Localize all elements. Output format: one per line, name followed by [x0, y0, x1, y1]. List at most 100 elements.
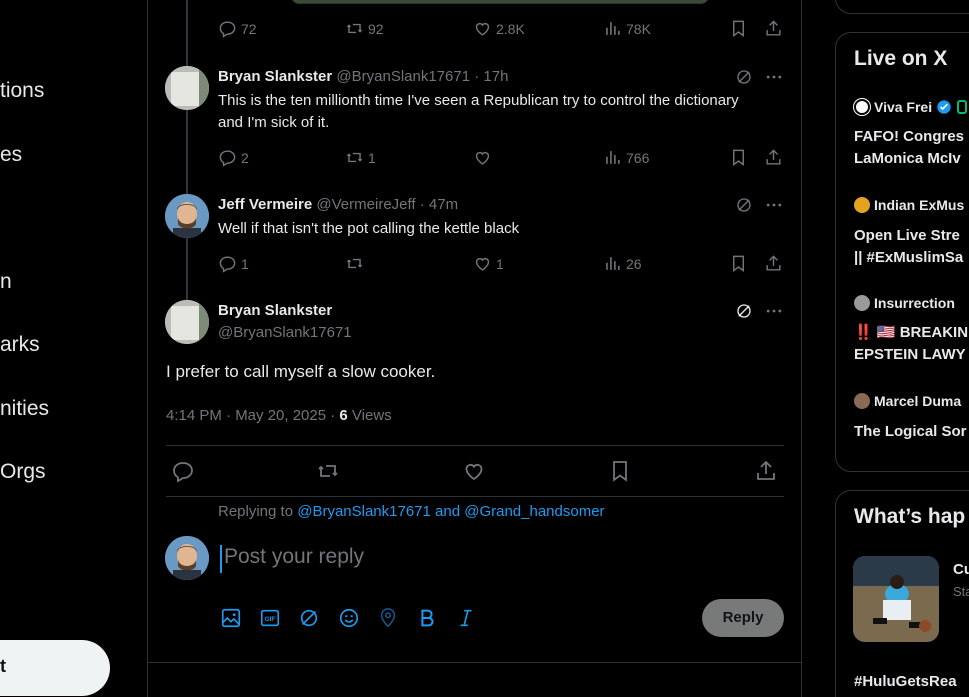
trend-title[interactable]: Cu [953, 561, 969, 578]
share-button[interactable] [764, 254, 787, 273]
live-host[interactable]: Insurrection [854, 295, 955, 311]
reply-button[interactable]: Reply [702, 599, 784, 637]
gif-icon[interactable]: GIF [259, 607, 281, 629]
avatar [854, 99, 870, 115]
tweet-time[interactable]: · 17h [474, 68, 508, 85]
avatar [854, 197, 870, 213]
reply-icon[interactable] [171, 459, 195, 483]
live-stream-title[interactable]: Open Live Stre || #ExMuslimSa [854, 225, 963, 269]
grok-icon[interactable] [735, 196, 753, 214]
live-stream-title[interactable]: ‼️ 🇺🇸 BREAKIN EPSTEIN LAWY [854, 322, 968, 366]
repost-icon[interactable] [316, 459, 340, 483]
nav-item-communities[interactable]: nities [0, 397, 49, 421]
reply-count: 72 [241, 20, 257, 37]
views-count: 78K [626, 20, 651, 37]
author-handle[interactable]: @BryanSlank17671 [218, 324, 352, 341]
share-icon[interactable] [754, 459, 778, 483]
bookmark-button[interactable] [729, 254, 752, 273]
grok-icon[interactable] [298, 607, 320, 629]
like-count: 1 [496, 255, 504, 272]
grok-icon[interactable] [735, 302, 753, 320]
live-stream-title[interactable]: The Logical Sor [854, 421, 967, 443]
trend-hashtag[interactable]: #HuluGetsRea [854, 673, 957, 690]
repost-count: 92 [368, 20, 384, 37]
like-button[interactable]: 2.8K [473, 19, 525, 38]
repost-button[interactable]: 1 [345, 148, 376, 167]
views-button[interactable]: 766 [603, 148, 649, 167]
repost-icon [346, 23, 363, 34]
avatar[interactable] [165, 300, 209, 344]
like-button[interactable] [473, 148, 496, 167]
more-icon[interactable] [764, 67, 784, 87]
live-host-name: Viva Frei [874, 99, 933, 115]
image-icon[interactable] [220, 607, 242, 629]
repost-button[interactable] [345, 254, 368, 273]
reply-button[interactable]: 72 [218, 19, 257, 38]
sidebar-card-top [835, 0, 969, 14]
more-icon[interactable] [764, 301, 784, 321]
thread-line [186, 238, 188, 300]
heart-icon[interactable] [462, 459, 486, 483]
trend-image[interactable] [853, 556, 939, 642]
heart-icon [475, 257, 490, 271]
reply-button[interactable]: 2 [218, 148, 249, 167]
nav-item-notifications[interactable]: tions [0, 79, 44, 103]
share-icon [766, 255, 781, 271]
author-handle[interactable]: @VermeireJeff [316, 196, 415, 213]
trend-subtitle: Sta [953, 584, 969, 599]
reply-input[interactable]: Post your reply [220, 545, 364, 573]
reply-button[interactable]: 1 [218, 254, 249, 273]
divider [166, 496, 784, 497]
tweet-header: Bryan Slankster @BryanSlank17671 · 17h [218, 68, 508, 85]
more-icon[interactable] [764, 195, 784, 215]
grok-icon[interactable] [735, 68, 753, 86]
bookmark-icon[interactable] [608, 459, 632, 483]
location-icon[interactable] [377, 607, 399, 629]
live-stream-title[interactable]: FAFO! Congres LaMonica McIv [854, 126, 964, 170]
author-handle[interactable]: @BryanSlank17671 [336, 68, 470, 85]
avatar[interactable] [165, 194, 209, 238]
views-count: 26 [626, 255, 642, 272]
author-name[interactable]: Bryan Slankster [218, 68, 332, 85]
live-host[interactable]: Indian ExMus [854, 197, 964, 213]
views-button[interactable]: 78K [603, 19, 651, 38]
tweet-timestamp[interactable]: 4:14 PM · May 20, 2025 · [166, 407, 339, 424]
author-name[interactable]: Bryan Slankster [218, 302, 352, 319]
replying-prefix: Replying to [218, 503, 298, 520]
live-host-name: Indian ExMus [874, 197, 965, 213]
tweet-text: This is the ten millionth time I've seen… [218, 92, 739, 131]
live-title-line: LaMonica McIv [854, 150, 961, 167]
repost-button[interactable]: 92 [345, 19, 384, 38]
views-label: Views [347, 407, 392, 424]
nav-item-messages[interactable]: es [0, 143, 22, 167]
composer-avatar[interactable] [165, 536, 209, 580]
live-host-name: Marcel Duma [874, 393, 962, 409]
replying-to-link[interactable]: @BryanSlank17671 and @Grand_handsomer [297, 503, 604, 520]
share-button[interactable] [764, 19, 787, 38]
views-count: 6 [339, 407, 348, 424]
like-button[interactable]: 1 [473, 254, 504, 273]
focused-tweet-text: I prefer to call myself a slow cooker. [166, 362, 436, 381]
views-count: 766 [626, 149, 650, 166]
emoji-icon[interactable] [338, 607, 360, 629]
live-host-name: Insurrection [874, 295, 955, 311]
author-name[interactable]: Jeff Vermeire [218, 196, 312, 213]
share-button[interactable] [764, 148, 787, 167]
post-button[interactable]: t [0, 640, 110, 696]
nav-item-bookmarks[interactable]: arks [0, 333, 40, 357]
avatar[interactable] [165, 66, 209, 110]
svg-text:GIF: GIF [265, 616, 276, 623]
live-host[interactable]: Viva Frei [854, 99, 968, 115]
bookmark-button[interactable] [729, 19, 752, 38]
live-on-x-card: Live on X Viva Frei FAFO! Congres LaMoni… [835, 32, 969, 472]
bold-icon[interactable] [416, 607, 438, 629]
views-button[interactable]: 26 [603, 254, 642, 273]
nav-item-premium[interactable]: n [0, 270, 12, 294]
bookmark-icon [733, 149, 744, 167]
tweet-time[interactable]: · 47m [420, 196, 458, 213]
nav-item-verified-orgs[interactable]: Orgs [0, 460, 46, 484]
live-host[interactable]: Marcel Duma [854, 393, 961, 409]
bookmark-button[interactable] [729, 148, 752, 167]
italic-icon[interactable] [455, 607, 477, 629]
live-title-line: Open Live Stre [854, 227, 960, 244]
